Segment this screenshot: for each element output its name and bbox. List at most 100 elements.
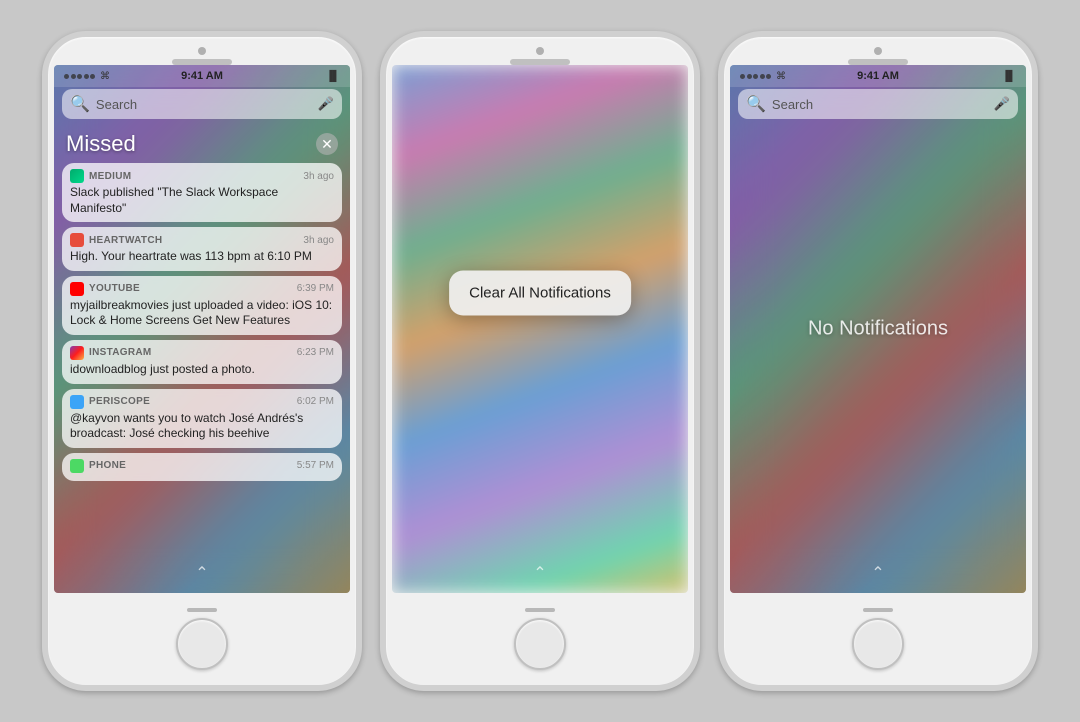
status-bar-left: ⌘ 9:41 AM ▐▌ xyxy=(54,65,350,87)
section-header-left: Missed ✕ xyxy=(62,125,342,163)
battery-icon-left: ▐▌ xyxy=(326,71,340,82)
status-left-right: ⌘ xyxy=(740,71,786,82)
signal-dot-r1 xyxy=(740,74,745,79)
search-placeholder-left: Search xyxy=(96,97,312,112)
notif-header-medium: MEDIUM 3h ago xyxy=(70,169,334,183)
notif-header-instagram: INSTAGRAM 6:23 PM xyxy=(70,346,334,360)
signal-dot-4 xyxy=(84,74,89,79)
app-icon-phone xyxy=(70,459,84,473)
screen-middle: Clear All Notifications ⌃ xyxy=(392,65,688,593)
app-icon-heartwatch xyxy=(70,233,84,247)
phone-bottom-right xyxy=(852,593,904,685)
swipe-indicator-left: ⌃ xyxy=(195,563,208,583)
wifi-icon-left: ⌘ xyxy=(100,71,110,82)
phone-top-left xyxy=(48,37,356,65)
signal-dot-1 xyxy=(64,74,69,79)
home-indicator-left xyxy=(187,608,217,612)
home-indicator-right xyxy=(863,608,893,612)
clear-all-dialog[interactable]: Clear All Notifications xyxy=(449,271,631,316)
signal-dot-r5 xyxy=(766,74,771,79)
wifi-icon-right: ⌘ xyxy=(776,71,786,82)
app-name-medium: MEDIUM xyxy=(89,171,131,182)
notif-body-youtube: myjailbreakmovies just uploaded a video:… xyxy=(70,298,334,329)
notif-header-heartwatch: HEARTWATCH 3h ago xyxy=(70,233,334,247)
notif-card-periscope[interactable]: PERISCOPE 6:02 PM @kayvon wants you to w… xyxy=(62,389,342,448)
notif-body-medium: Slack published "The Slack Workspace Man… xyxy=(70,185,334,216)
phone-middle: Clear All Notifications ⌃ xyxy=(380,31,700,691)
notif-header-youtube: YOUTUBE 6:39 PM xyxy=(70,282,334,296)
notif-time-medium: 3h ago xyxy=(303,171,334,182)
app-info-phone: PHONE xyxy=(70,459,126,473)
app-name-phone: PHONE xyxy=(89,460,126,471)
signal-dots-right xyxy=(740,74,771,79)
signal-dot-r3 xyxy=(753,74,758,79)
app-name-youtube: YOUTUBE xyxy=(89,283,140,294)
phone-bottom-middle xyxy=(514,593,566,685)
notif-body-periscope: @kayvon wants you to watch José Andrés's… xyxy=(70,411,334,442)
notif-card-youtube[interactable]: YOUTUBE 6:39 PM myjailbreakmovies just u… xyxy=(62,276,342,335)
status-bar-right: ⌘ 9:41 AM ▐▌ xyxy=(730,65,1026,87)
home-indicator-middle xyxy=(525,608,555,612)
home-button-middle[interactable] xyxy=(514,618,566,670)
section-title-left: Missed xyxy=(66,131,136,157)
app-info-youtube: YOUTUBE xyxy=(70,282,140,296)
app-name-instagram: INSTAGRAM xyxy=(89,347,152,358)
mic-icon-left: 🎤 xyxy=(318,96,334,112)
signal-dot-5 xyxy=(90,74,95,79)
notif-time-phone: 5:57 PM xyxy=(297,460,334,471)
app-name-heartwatch: HEARTWATCH xyxy=(89,235,162,246)
swipe-indicator-middle: ⌃ xyxy=(533,563,546,583)
screen-left: ⌘ 9:41 AM ▐▌ 🔍 Search 🎤 Missed ✕ xyxy=(54,65,350,593)
signal-dot-r2 xyxy=(747,74,752,79)
clear-section-btn[interactable]: ✕ xyxy=(316,133,338,155)
camera-middle xyxy=(536,47,544,55)
screen-bg-middle xyxy=(392,65,688,593)
notif-card-heartwatch[interactable]: HEARTWATCH 3h ago High. Your heartrate w… xyxy=(62,227,342,271)
app-icon-youtube xyxy=(70,282,84,296)
signal-dots-left xyxy=(64,74,95,79)
notif-time-heartwatch: 3h ago xyxy=(303,235,334,246)
signal-dot-2 xyxy=(71,74,76,79)
nc-content-left: Missed ✕ MEDIUM 3h ago Slack published "… xyxy=(54,125,350,553)
notif-header-periscope: PERISCOPE 6:02 PM xyxy=(70,395,334,409)
app-icon-periscope xyxy=(70,395,84,409)
no-notifications-label: No Notifications xyxy=(808,318,948,341)
phone-left: ⌘ 9:41 AM ▐▌ 🔍 Search 🎤 Missed ✕ xyxy=(42,31,362,691)
phone-right: ⌘ 9:41 AM ▐▌ 🔍 Search 🎤 No Notifications… xyxy=(718,31,1038,691)
notif-body-instagram: idownloadblog just posted a photo. xyxy=(70,362,334,378)
app-info-medium: MEDIUM xyxy=(70,169,131,183)
phone-bottom-left xyxy=(176,593,228,685)
app-info-heartwatch: HEARTWATCH xyxy=(70,233,162,247)
home-button-left[interactable] xyxy=(176,618,228,670)
camera-right xyxy=(874,47,882,55)
camera-left xyxy=(198,47,206,55)
app-icon-medium xyxy=(70,169,84,183)
signal-dot-r4 xyxy=(760,74,765,79)
status-left-left: ⌘ xyxy=(64,71,110,82)
notif-time-periscope: 6:02 PM xyxy=(297,396,334,407)
speaker-middle xyxy=(510,59,570,65)
app-name-periscope: PERISCOPE xyxy=(89,396,150,407)
status-right-left: ▐▌ xyxy=(326,71,340,82)
status-right-right: ▐▌ xyxy=(1002,71,1016,82)
search-icon-right: 🔍 xyxy=(746,94,766,114)
notif-card-medium[interactable]: MEDIUM 3h ago Slack published "The Slack… xyxy=(62,163,342,222)
status-time-right: 9:41 AM xyxy=(857,70,899,82)
screen-right: ⌘ 9:41 AM ▐▌ 🔍 Search 🎤 No Notifications… xyxy=(730,65,1026,593)
search-bar-left[interactable]: 🔍 Search 🎤 xyxy=(62,89,342,119)
swipe-indicator-right: ⌃ xyxy=(871,563,884,583)
notif-time-instagram: 6:23 PM xyxy=(297,347,334,358)
battery-icon-right: ▐▌ xyxy=(1002,71,1016,82)
app-info-instagram: INSTAGRAM xyxy=(70,346,152,360)
notif-time-youtube: 6:39 PM xyxy=(297,283,334,294)
notif-card-phone[interactable]: PHONE 5:57 PM xyxy=(62,453,342,481)
signal-dot-3 xyxy=(77,74,82,79)
search-icon-left: 🔍 xyxy=(70,94,90,114)
notif-body-heartwatch: High. Your heartrate was 113 bpm at 6:10… xyxy=(70,249,334,265)
search-placeholder-right: Search xyxy=(772,97,988,112)
phone-top-right xyxy=(724,37,1032,65)
search-bar-right[interactable]: 🔍 Search 🎤 xyxy=(738,89,1018,119)
notif-card-instagram[interactable]: INSTAGRAM 6:23 PM idownloadblog just pos… xyxy=(62,340,342,384)
home-button-right[interactable] xyxy=(852,618,904,670)
app-icon-instagram xyxy=(70,346,84,360)
